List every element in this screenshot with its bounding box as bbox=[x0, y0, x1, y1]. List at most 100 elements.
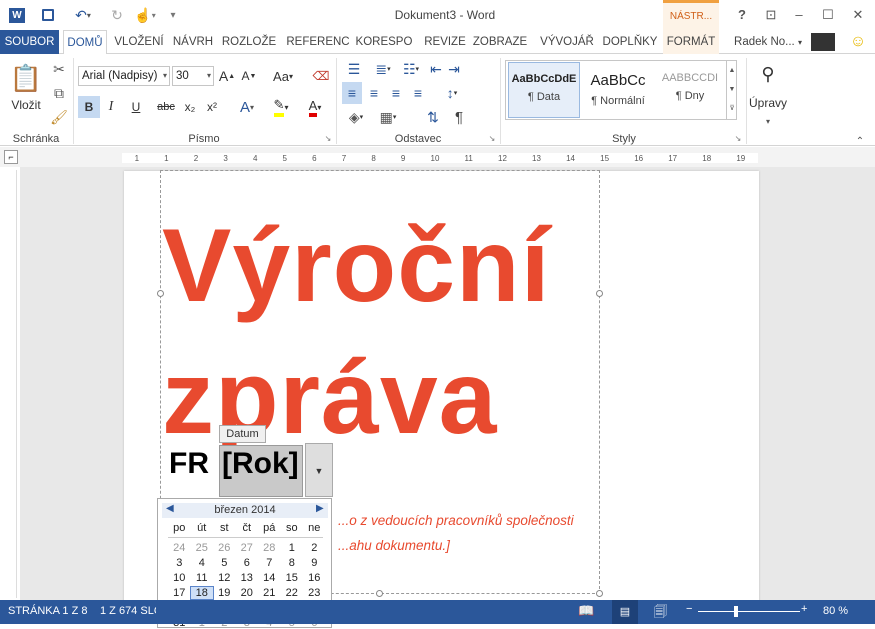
date-picker-day[interactable]: 5 bbox=[213, 557, 236, 569]
date-picker-day[interactable]: 20 bbox=[236, 587, 259, 599]
tab-korespondence[interactable]: KORESPO bbox=[354, 30, 414, 54]
user-account[interactable]: Radek No... ▾ bbox=[728, 30, 808, 54]
align-left-icon[interactable]: ≡ bbox=[342, 82, 362, 104]
date-picker-day[interactable]: 18 bbox=[189, 586, 214, 600]
change-case-button[interactable]: Aa ▾ bbox=[268, 65, 298, 87]
minimize-icon[interactable]: – bbox=[785, 0, 813, 30]
tab-doplnky[interactable]: DOPLŇKY bbox=[600, 30, 660, 54]
date-picker-day[interactable]: 23 bbox=[303, 587, 326, 599]
date-picker-day[interactable]: 7 bbox=[258, 557, 281, 569]
justify-icon[interactable]: ≡ bbox=[408, 82, 428, 104]
format-painter-icon[interactable]: 🖌 bbox=[49, 106, 69, 128]
date-picker-day[interactable]: 6 bbox=[236, 557, 259, 569]
date-picker-day[interactable]: 8 bbox=[281, 557, 304, 569]
tab-selector-icon[interactable]: ⌐ bbox=[4, 150, 18, 164]
tab-zobrazeni[interactable]: ZOBRAZE bbox=[470, 30, 530, 54]
date-picker-day[interactable]: 26 bbox=[213, 542, 236, 554]
smiley-feedback-icon[interactable]: ☺ bbox=[846, 30, 870, 54]
vertical-ruler[interactable] bbox=[5, 170, 17, 598]
help-button[interactable]: ? bbox=[728, 0, 756, 30]
date-picker-day[interactable]: 3 bbox=[168, 557, 191, 569]
year-date-control[interactable]: [Rok] bbox=[219, 445, 303, 497]
cut-icon[interactable]: ✂ bbox=[49, 58, 69, 80]
highlight-color-icon[interactable]: ✎ ▾ bbox=[266, 96, 296, 118]
decrease-indent-icon[interactable]: ⇤ bbox=[428, 58, 444, 80]
date-picker-day[interactable]: 16 bbox=[303, 572, 326, 584]
font-name-combo[interactable]: Arial (Nadpisy) ▾ bbox=[78, 66, 170, 86]
close-icon[interactable]: ✕ bbox=[844, 0, 872, 30]
italic-button[interactable]: I bbox=[102, 96, 120, 118]
abstract-text[interactable]: ...o z vedoucích pracovníků společnosti … bbox=[338, 508, 598, 558]
editing-dropdown-icon[interactable]: ▾ bbox=[758, 110, 778, 132]
multilevel-list-icon[interactable]: ☷ ▾ bbox=[398, 58, 424, 80]
paste-button[interactable]: Vložit bbox=[6, 94, 46, 116]
binoculars-icon[interactable]: ⚲ bbox=[752, 60, 784, 88]
clear-formatting-icon[interactable]: ⌫ bbox=[310, 65, 332, 87]
tab-rozlozeni[interactable]: ROZLOŽE bbox=[219, 30, 279, 54]
date-picker-day[interactable]: 13 bbox=[236, 572, 259, 584]
superscript-button[interactable]: x² bbox=[202, 96, 222, 118]
sort-icon[interactable]: ⇅ bbox=[424, 106, 442, 128]
bullets-icon[interactable]: ☰ bbox=[342, 58, 366, 80]
touch-mode-icon[interactable]: ☝ ▾ bbox=[130, 0, 160, 30]
tab-vyvojar[interactable]: VÝVOJÁŘ bbox=[537, 30, 597, 54]
numbering-icon[interactable]: ≣ ▾ bbox=[370, 58, 396, 80]
tab-reference[interactable]: REFERENC bbox=[285, 30, 351, 54]
zoom-out-icon[interactable]: − bbox=[686, 603, 692, 615]
date-picker-day[interactable]: 1 bbox=[281, 542, 304, 554]
font-size-combo[interactable]: 30 ▾ bbox=[172, 66, 214, 86]
show-marks-icon[interactable]: ¶ bbox=[450, 106, 468, 128]
undo-icon[interactable]: ↶ ▾ bbox=[66, 0, 100, 30]
content-control-tag[interactable]: Datum bbox=[219, 425, 266, 443]
style-item-dny[interactable]: AABBCCDI ¶ Dny bbox=[654, 62, 726, 118]
date-picker-day[interactable]: 27 bbox=[236, 542, 259, 554]
word-count[interactable]: 1 Z 674 SLO bbox=[100, 605, 156, 617]
save-icon[interactable] bbox=[36, 0, 60, 30]
print-layout-icon[interactable]: ▤ bbox=[612, 600, 638, 624]
web-layout-icon[interactable]: 🗐 bbox=[654, 603, 667, 625]
grow-font-icon[interactable]: A ▲ bbox=[218, 65, 236, 87]
word-app-icon[interactable]: W bbox=[4, 0, 30, 30]
align-right-icon[interactable]: ≡ bbox=[386, 82, 406, 104]
align-center-icon[interactable]: ≡ bbox=[364, 82, 384, 104]
tab-domu[interactable]: DOMŮ bbox=[63, 30, 107, 55]
date-picker-day[interactable]: 14 bbox=[258, 572, 281, 584]
tab-format[interactable]: FORMÁT bbox=[663, 30, 719, 54]
fr-prefix[interactable]: FR bbox=[169, 447, 209, 481]
date-picker-day[interactable]: 15 bbox=[281, 572, 304, 584]
tab-vlozeni[interactable]: VLOŽENÍ bbox=[111, 30, 167, 54]
paragraph-dialog-launcher-icon[interactable]: ↘ bbox=[486, 132, 498, 144]
horizontal-ruler[interactable]: 1 1 2 3 4 5 6 7 8 9 10 11 12 13 14 15 16 17 18 19 bbox=[122, 153, 758, 163]
date-picker-day[interactable]: 9 bbox=[303, 557, 326, 569]
resize-handle[interactable] bbox=[376, 590, 383, 597]
copy-icon[interactable]: ⧉ bbox=[49, 82, 69, 104]
resize-handle[interactable] bbox=[596, 590, 603, 597]
styles-scroll[interactable]: ▲ ▼ ⊽ bbox=[726, 61, 737, 119]
date-picker-day[interactable]: 21 bbox=[258, 587, 281, 599]
text-effects-icon[interactable]: A ▾ bbox=[232, 96, 262, 118]
prev-month-icon[interactable]: ◀ bbox=[166, 503, 174, 514]
bold-button[interactable]: B bbox=[78, 96, 100, 118]
zoom-in-icon[interactable]: + bbox=[801, 603, 807, 615]
date-picker-day[interactable]: 17 bbox=[168, 587, 191, 599]
subscript-button[interactable]: x₂ bbox=[180, 96, 200, 118]
tab-revize[interactable]: REVIZE bbox=[423, 30, 467, 54]
zoom-slider-thumb[interactable] bbox=[734, 606, 738, 617]
style-item-data[interactable]: AaBbCcDdE ¶ Data bbox=[508, 62, 580, 118]
date-picker-day[interactable]: 22 bbox=[281, 587, 304, 599]
font-color-icon[interactable]: A ▾ bbox=[300, 96, 330, 118]
user-avatar[interactable] bbox=[810, 30, 836, 54]
date-picker-day[interactable]: 24 bbox=[168, 542, 191, 554]
date-picker-day[interactable]: 10 bbox=[168, 572, 191, 584]
redo-icon[interactable]: ↻ bbox=[106, 0, 128, 30]
next-month-icon[interactable]: ▶ bbox=[316, 503, 324, 514]
tab-navrh[interactable]: NÁVRH bbox=[169, 30, 217, 54]
shrink-font-icon[interactable]: A ▼ bbox=[240, 65, 258, 87]
date-picker-day[interactable]: 11 bbox=[191, 572, 214, 584]
ribbon-display-options-icon[interactable]: ⊡ bbox=[757, 0, 785, 30]
page-count[interactable]: STRÁNKA 1 Z 8 bbox=[8, 605, 87, 617]
line-spacing-icon[interactable]: ↕ ▾ bbox=[438, 82, 466, 104]
shading-icon[interactable]: ◈ ▾ bbox=[342, 106, 370, 128]
date-picker-day[interactable]: 28 bbox=[258, 542, 281, 554]
styles-dialog-launcher-icon[interactable]: ↘ bbox=[732, 132, 744, 144]
